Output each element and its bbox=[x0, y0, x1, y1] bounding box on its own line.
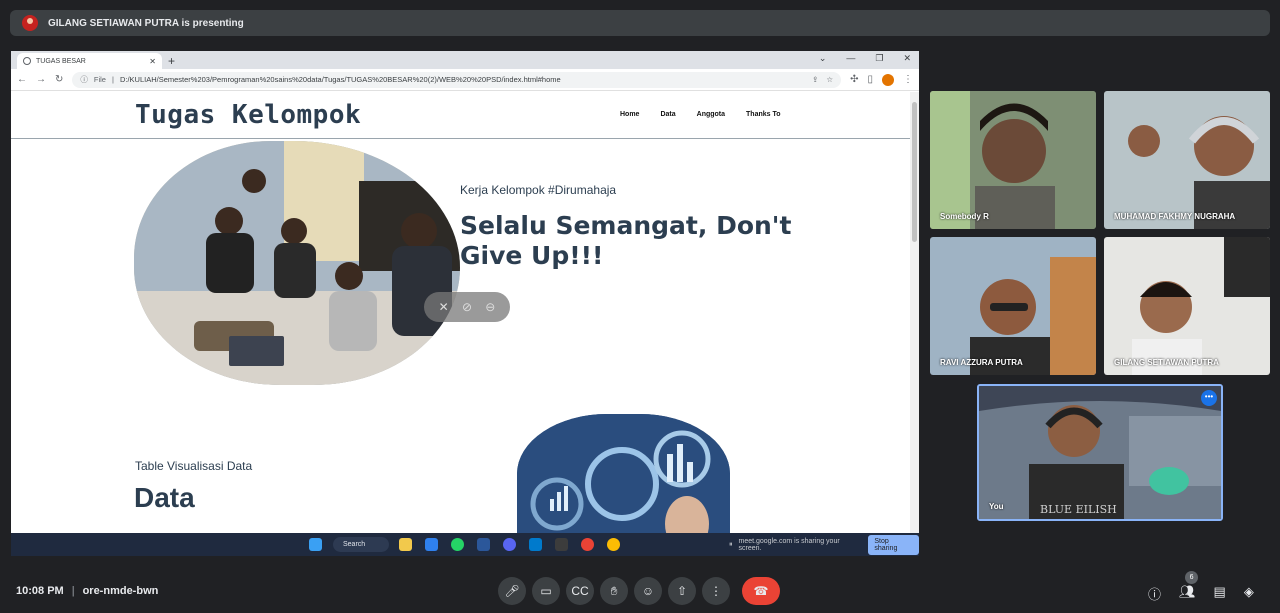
call-controls: 🎤︎ ▭ CC ✋︎ ☺ ⇧ ⋮ ☎︎ bbox=[498, 577, 780, 605]
browser-tabstrip: TUGAS BESAR ✕ + ⌄ — ❐ ✕ bbox=[11, 51, 919, 69]
site-title: Tugas Kelompok bbox=[135, 100, 362, 130]
camera-icon[interactable]: ▭ bbox=[532, 577, 560, 605]
extensions-icon[interactable]: ✣ bbox=[850, 74, 858, 85]
taskbar-search[interactable]: Search bbox=[333, 537, 389, 552]
nav-data[interactable]: Data bbox=[660, 111, 675, 118]
menu-dots-icon[interactable]: ⋮ bbox=[903, 74, 913, 85]
group-photo bbox=[134, 141, 460, 385]
vscode-icon[interactable] bbox=[529, 538, 542, 551]
nav-thanks-to[interactable]: Thanks To bbox=[746, 111, 780, 118]
web-page: Tugas Kelompok Home Data Anggota Thanks … bbox=[11, 92, 910, 533]
bookmark-star-icon[interactable]: ☆ bbox=[826, 75, 833, 84]
participant-tile[interactable]: GILANG SETIAWAN PUTRA bbox=[1104, 237, 1270, 375]
data-title: Data bbox=[134, 482, 195, 513]
activities-icon[interactable]: ◈ bbox=[1244, 584, 1254, 603]
nav-anggota[interactable]: Anggota bbox=[697, 111, 725, 118]
participant-tile[interactable]: Somebody R bbox=[930, 91, 1096, 229]
minus-circle-icon[interactable]: ⊖ bbox=[485, 300, 495, 314]
participant-name: You bbox=[989, 502, 1004, 511]
nav-home[interactable]: Home bbox=[620, 111, 639, 118]
site-header: Tugas Kelompok Home Data Anggota Thanks … bbox=[11, 92, 910, 139]
more-options-icon[interactable]: ••• bbox=[1201, 390, 1217, 406]
windows-taskbar: Search ⏸ meet.google.com is sharing your… bbox=[11, 533, 919, 556]
taskbar-search-label: Search bbox=[343, 541, 366, 548]
end-call-icon[interactable]: ☎︎ bbox=[742, 577, 780, 605]
meet-control-bar: 10:08 PM | ore-nmde-bwn 🎤︎ ▭ CC ✋︎ ☺ ⇧ ⋮… bbox=[0, 570, 1280, 613]
url-text: D:/KULIAH/Semester%203/Pemrograman%20sai… bbox=[119, 75, 561, 84]
close-tab-icon[interactable]: ✕ bbox=[149, 57, 156, 66]
info-icon[interactable]: ⓘ bbox=[1148, 584, 1161, 603]
emoji-icon[interactable]: ☺ bbox=[634, 577, 662, 605]
app-l-icon[interactable] bbox=[425, 538, 438, 551]
close-window-icon[interactable]: ✕ bbox=[903, 53, 911, 64]
camera-off-icon[interactable]: ⊘ bbox=[462, 300, 472, 314]
reload-icon[interactable]: ↻ bbox=[55, 74, 63, 85]
site-nav: Home Data Anggota Thanks To bbox=[620, 111, 781, 118]
globe-icon bbox=[23, 57, 31, 65]
page-scrollbar[interactable] bbox=[910, 92, 919, 533]
mic-off-icon[interactable]: ✕ bbox=[439, 300, 449, 314]
hero-title: Selalu Semangat, Don't Give Up!!! bbox=[460, 211, 792, 270]
data-kicker: Table Visualisasi Data bbox=[135, 459, 253, 473]
side-panel-icon[interactable]: ▯ bbox=[867, 74, 873, 85]
forward-icon[interactable]: → bbox=[36, 74, 46, 85]
presenter-text: GILANG SETIAWAN PUTRA is presenting bbox=[48, 17, 244, 29]
people-count-badge: 6 bbox=[1185, 571, 1199, 584]
mic-icon[interactable]: 🎤︎ bbox=[498, 577, 526, 605]
browser-tab[interactable]: TUGAS BESAR ✕ bbox=[17, 53, 162, 69]
people-button[interactable]: 6 👥︎ bbox=[1179, 571, 1199, 603]
new-tab-button[interactable]: + bbox=[168, 53, 175, 69]
raise-hand-icon[interactable]: ✋︎ bbox=[600, 577, 628, 605]
shared-screen: TUGAS BESAR ✕ + ⌄ — ❐ ✕ ← → ↻ ⓘ File | D… bbox=[11, 51, 919, 556]
participant-name: MUHAMAD FAKHMY NUGRAHA bbox=[1114, 212, 1236, 221]
chat-icon[interactable]: ▤ bbox=[1214, 584, 1226, 603]
hero-kicker: Kerja Kelompok #Dirumahaja bbox=[460, 183, 617, 197]
info-icon-small[interactable]: ⓘ bbox=[80, 74, 88, 85]
discord-icon[interactable] bbox=[503, 538, 516, 551]
tab-search-icon[interactable]: ⌄ bbox=[819, 53, 827, 64]
windows-start-icon[interactable] bbox=[309, 538, 322, 551]
stop-sharing-button[interactable]: Stop sharing bbox=[868, 534, 919, 555]
presentation-controls-pill: ✕ ⊘ ⊖ bbox=[424, 292, 510, 322]
data-illustration bbox=[517, 414, 730, 533]
back-icon[interactable]: ← bbox=[17, 74, 27, 85]
scrollbar-thumb[interactable] bbox=[912, 102, 917, 242]
meeting-time: 10:08 PM bbox=[16, 585, 64, 597]
terminal-icon[interactable] bbox=[555, 538, 568, 551]
shirt-text: BLUE EILISH bbox=[1040, 503, 1117, 516]
address-bar[interactable]: ⓘ File | D:/KULIAH/Semester%203/Pemrogra… bbox=[72, 71, 842, 88]
participant-tile[interactable]: MUHAMAD FAKHMY NUGRAHA bbox=[1104, 91, 1270, 229]
meeting-info: 10:08 PM | ore-nmde-bwn bbox=[16, 585, 159, 597]
side-controls: ⓘ 6 👥︎ ▤ ◈ bbox=[1148, 571, 1254, 603]
screen-share-notice: ⏸ meet.google.com is sharing your screen… bbox=[729, 534, 919, 555]
pause-icon: ⏸ bbox=[729, 540, 733, 548]
tab-title: TUGAS BESAR bbox=[36, 57, 86, 65]
share-page-icon[interactable]: ⇪ bbox=[812, 75, 818, 84]
restore-icon[interactable]: ❐ bbox=[875, 53, 883, 64]
word-icon[interactable] bbox=[477, 538, 490, 551]
whatsapp-icon[interactable] bbox=[451, 538, 464, 551]
file-explorer-icon[interactable] bbox=[399, 538, 412, 551]
share-notice-text: meet.google.com is sharing your screen. bbox=[738, 537, 840, 552]
minimize-icon[interactable]: — bbox=[846, 53, 855, 64]
profile-avatar[interactable] bbox=[882, 73, 894, 86]
participant-tile[interactable]: RAVI AZZURA PUTRA bbox=[930, 237, 1096, 375]
present-icon[interactable]: ⇧ bbox=[668, 577, 696, 605]
file-label: File bbox=[93, 75, 106, 84]
presenter-avatar bbox=[22, 15, 38, 31]
chrome-icon[interactable] bbox=[607, 538, 620, 551]
window-controls: ⌄ — ❐ ✕ bbox=[819, 53, 911, 64]
presenter-bar: GILANG SETIAWAN PUTRA is presenting bbox=[10, 10, 1270, 36]
participant-name: GILANG SETIAWAN PUTRA bbox=[1114, 358, 1219, 367]
people-icon: 👥︎ bbox=[1179, 584, 1196, 599]
participant-name: RAVI AZZURA PUTRA bbox=[940, 358, 1023, 367]
self-view-tile[interactable]: ••• BLUE EILISH You bbox=[977, 384, 1223, 521]
browser-toolbar: ← → ↻ ⓘ File | D:/KULIAH/Semester%203/Pe… bbox=[11, 69, 919, 91]
participant-name: Somebody R bbox=[940, 212, 989, 221]
meeting-code[interactable]: ore-nmde-bwn bbox=[83, 585, 159, 597]
captions-icon[interactable]: CC bbox=[566, 577, 594, 605]
chrome-active-icon[interactable] bbox=[581, 538, 594, 551]
more-icon[interactable]: ⋮ bbox=[702, 577, 730, 605]
